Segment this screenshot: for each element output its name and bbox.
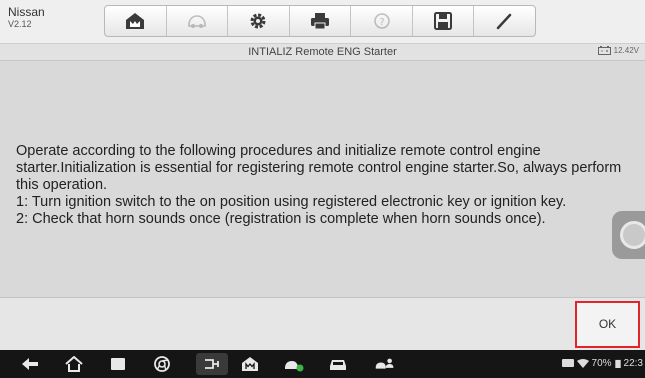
system-navigation-bar: 70% 22:3: [0, 350, 645, 378]
diagnostics-app-button[interactable]: [196, 353, 228, 375]
message-paragraph: Operate according to the following proce…: [16, 143, 622, 193]
home-m-icon: [242, 357, 258, 371]
printer-icon: [311, 13, 330, 30]
settings-button[interactable]: [228, 6, 290, 36]
ok-button[interactable]: OK: [575, 301, 640, 348]
clock: 22:3: [623, 358, 643, 369]
vehicle-make: Nissan: [8, 5, 45, 19]
page-title: INTIALIZ Remote ENG Starter: [248, 46, 397, 58]
save-icon: [434, 12, 453, 30]
chrome-icon: [154, 356, 170, 372]
chrome-app-button[interactable]: [152, 356, 172, 372]
car-swap-icon: [188, 15, 206, 28]
house-icon: [65, 356, 83, 372]
recent-apps-button[interactable]: [108, 356, 128, 372]
voltage-value: 12.42V: [613, 46, 639, 55]
battery-voltage: 12.42V: [597, 46, 639, 55]
home-button[interactable]: [105, 6, 167, 36]
message-step-1: 1: Turn ignition switch to the on positi…: [16, 194, 567, 210]
print-button[interactable]: [290, 6, 352, 36]
help-icon: ?: [373, 13, 390, 29]
back-arrow-icon: [22, 358, 38, 370]
car-check-icon: [285, 361, 304, 372]
svg-text:?: ?: [379, 17, 384, 28]
car-app-button[interactable]: [328, 356, 348, 372]
data-logging-button[interactable]: [474, 6, 535, 36]
system-status-area: 70% 22:3: [561, 358, 643, 369]
save-button[interactable]: [413, 6, 475, 36]
car-icon: [330, 360, 346, 370]
button-bar: OK: [0, 297, 645, 350]
home-nav-button[interactable]: [64, 356, 84, 372]
help-button[interactable]: ?: [351, 6, 413, 36]
toolbar-button-group: ?: [104, 5, 536, 37]
vehicle-swap-button[interactable]: [167, 6, 229, 36]
vehicle-diagnostics-button[interactable]: [284, 356, 304, 372]
vehicle-menu-button[interactable]: [240, 356, 260, 372]
message-step-2: 2: Check that horn sounds once (registra…: [16, 211, 546, 227]
car-person-icon: [375, 358, 394, 369]
title-bar: INTIALIZ Remote ENG Starter 12.42V: [0, 44, 645, 61]
top-toolbar: Nissan V2.12 ?: [0, 0, 645, 44]
assistive-touch-button[interactable]: [612, 211, 645, 259]
battery-status-icon: [614, 359, 621, 368]
app-screen: Nissan V2.12 ? INTIALIZ Remote ENG Start…: [0, 0, 645, 378]
gear-icon: [250, 13, 266, 29]
wifi-icon: [576, 359, 589, 368]
recent-apps-icon: [111, 358, 125, 370]
vehicle-info: Nissan V2.12: [8, 5, 45, 30]
battery-percent: 70%: [591, 358, 612, 369]
instruction-message: Operate according to the following proce…: [16, 143, 628, 228]
back-button[interactable]: [20, 356, 40, 372]
home-icon: [126, 13, 145, 29]
remote-service-button[interactable]: [372, 356, 398, 372]
assistive-touch-icon: [620, 221, 645, 249]
software-version: V2.12: [8, 19, 32, 29]
plug-icon: [205, 359, 219, 369]
message-icon: [561, 359, 574, 367]
pen-icon: [496, 13, 511, 30]
battery-icon: [597, 46, 611, 55]
